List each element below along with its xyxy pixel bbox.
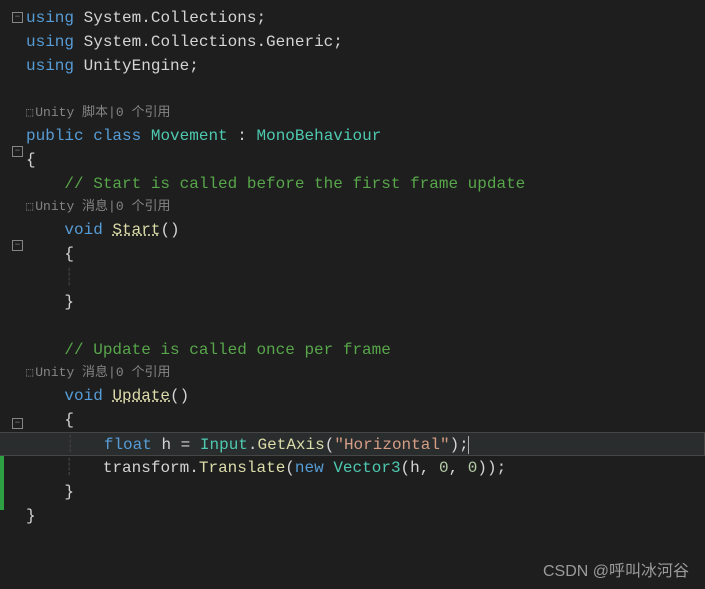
base-class: MonoBehaviour xyxy=(256,127,381,145)
fold-icon[interactable]: − xyxy=(12,12,23,23)
number-literal: 0 xyxy=(439,459,449,477)
brace-line[interactable]: } xyxy=(26,480,705,504)
left-margin xyxy=(0,0,10,589)
blank-line[interactable] xyxy=(26,314,705,338)
keyword-using: using xyxy=(26,9,74,27)
code-editor[interactable]: − − − − using System.Collections; using … xyxy=(0,0,705,589)
watermark-text: CSDN @呼叫冰河谷 xyxy=(543,557,689,581)
blank-line[interactable] xyxy=(26,78,705,102)
fold-icon[interactable]: − xyxy=(12,146,23,157)
string-literal: "Horizontal" xyxy=(334,436,449,454)
operator: = xyxy=(171,436,200,454)
brace-line[interactable]: { xyxy=(26,242,705,266)
fold-icon[interactable]: − xyxy=(12,240,23,251)
namespace: System.Collections xyxy=(84,9,257,27)
code-content[interactable]: using System.Collections; using System.C… xyxy=(26,0,705,589)
brace: } xyxy=(26,507,36,525)
codelens-class[interactable]: ⬚Unity 脚本|0 个引用 xyxy=(26,102,705,124)
code-line[interactable]: using System.Collections.Generic; xyxy=(26,30,705,54)
class-name: Movement xyxy=(151,127,228,145)
code-line[interactable]: public class Movement : MonoBehaviour xyxy=(26,124,705,148)
fold-gutter: − − − − xyxy=(10,0,26,589)
brace-line[interactable]: { xyxy=(26,148,705,172)
comment: // Start is called before the first fram… xyxy=(64,175,525,193)
comment: // Update is called once per frame xyxy=(64,341,390,359)
unity-icon: ⬚ xyxy=(26,196,33,218)
codelens-method[interactable]: ⬚Unity 消息|0 个引用 xyxy=(26,196,705,218)
brace: } xyxy=(64,293,74,311)
current-line[interactable]: ┊ float h = Input.GetAxis("Horizontal"); xyxy=(0,432,705,456)
text-cursor xyxy=(468,436,469,454)
code-line[interactable]: // Update is called once per frame xyxy=(26,338,705,362)
codelens-text: Unity 消息|0 个引用 xyxy=(35,365,170,380)
brace-line[interactable]: } xyxy=(26,504,705,528)
code-line[interactable]: // Start is called before the first fram… xyxy=(26,172,705,196)
keyword-new: new xyxy=(295,459,324,477)
argument: h xyxy=(410,459,420,477)
code-line[interactable]: using UnityEngine; xyxy=(26,54,705,78)
parens: () xyxy=(160,221,179,239)
fold-icon[interactable]: − xyxy=(12,418,23,429)
keyword-class: class xyxy=(93,127,141,145)
brace-line[interactable]: } xyxy=(26,290,705,314)
number-literal: 0 xyxy=(468,459,478,477)
unity-icon: ⬚ xyxy=(26,102,33,124)
keyword-using: using xyxy=(26,57,74,75)
keyword-float: float xyxy=(104,436,152,454)
variable: transform xyxy=(103,459,189,477)
namespace: System.Collections.Generic xyxy=(84,33,334,51)
codelens-text: Unity 消息|0 个引用 xyxy=(35,199,170,214)
variable: h xyxy=(161,436,171,454)
keyword-void: void xyxy=(64,387,102,405)
brace-line[interactable]: { xyxy=(26,408,705,432)
blank-line[interactable]: ┊ xyxy=(26,266,705,290)
keyword-using: using xyxy=(26,33,74,51)
codelens-method[interactable]: ⬚Unity 消息|0 个引用 xyxy=(26,362,705,384)
code-line[interactable]: using System.Collections; xyxy=(26,6,705,30)
method-name: Start xyxy=(112,221,160,239)
method-name: Update xyxy=(112,387,170,405)
brace: { xyxy=(64,245,74,263)
code-line[interactable]: void Start() xyxy=(26,218,705,242)
unity-icon: ⬚ xyxy=(26,362,33,384)
codelens-text: Unity 脚本|0 个引用 xyxy=(35,105,170,120)
code-line[interactable]: void Update() xyxy=(26,384,705,408)
brace: } xyxy=(64,483,74,501)
method-call: GetAxis xyxy=(258,436,325,454)
namespace: UnityEngine xyxy=(84,57,190,75)
brace: { xyxy=(26,151,36,169)
type-name: Vector3 xyxy=(333,459,400,477)
keyword-void: void xyxy=(64,221,102,239)
brace: { xyxy=(64,411,74,429)
code-line[interactable]: ┊ transform.Translate(new Vector3(h, 0, … xyxy=(26,456,705,480)
keyword-public: public xyxy=(26,127,84,145)
class-ref: Input xyxy=(200,436,248,454)
parens: () xyxy=(170,387,189,405)
method-call: Translate xyxy=(199,459,285,477)
